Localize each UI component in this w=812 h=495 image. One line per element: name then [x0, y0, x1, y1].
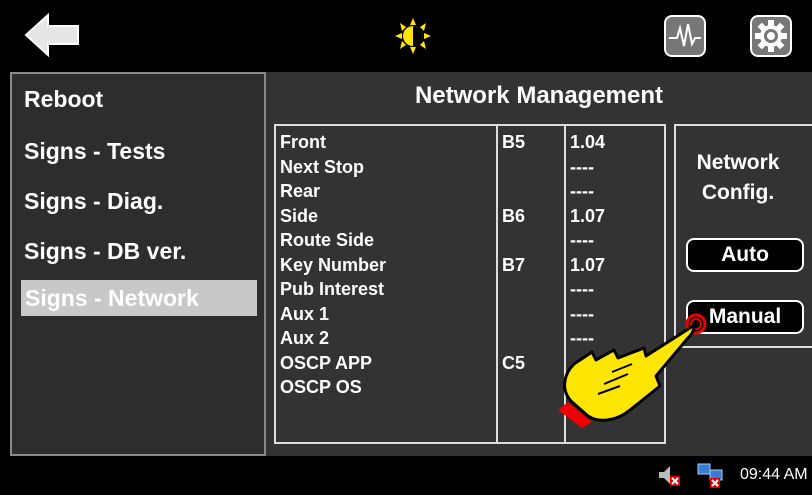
auto-button[interactable]: Auto — [686, 238, 804, 272]
sidebar-item-signs-db-ver[interactable]: Signs - DB ver. — [24, 238, 186, 265]
gear-icon[interactable] — [749, 14, 793, 58]
table-cell-version: 1.04 — [570, 132, 606, 152]
back-arrow-icon[interactable] — [22, 12, 82, 58]
table-cell-code: B7 — [502, 254, 526, 275]
table-cell-code: B5 — [502, 132, 526, 152]
table-cell-code: B6 — [502, 205, 526, 226]
table-cell-name: OSCP APP — [280, 352, 373, 373]
table-cell-name: Pub Interest — [280, 279, 385, 299]
ecg-icon[interactable] — [663, 14, 707, 58]
table-cell-name: Side — [280, 205, 319, 226]
table-cell-name: Rear — [280, 181, 321, 201]
table-cell-name: Front — [280, 132, 326, 152]
table-cell-version: 1.07 — [570, 254, 606, 275]
table-cell-code: C5 — [502, 352, 526, 373]
table-cell-version: 1.07 — [570, 205, 606, 226]
table-cell-version: ---- — [570, 156, 594, 177]
column-divider — [496, 126, 498, 442]
sidebar: Reboot Signs - Tests Signs - Diag. Signs… — [10, 72, 266, 456]
pointing-hand-icon — [548, 298, 708, 428]
sidebar-item-signs-network[interactable]: Signs - Network — [21, 280, 257, 316]
table-cell-name: Aux 1 — [280, 303, 330, 324]
table-cell-name: Aux 2 — [280, 328, 330, 348]
table-cell-name: Key Number — [280, 254, 387, 275]
sidebar-item-signs-diag[interactable]: Signs - Diag. — [24, 188, 163, 215]
table-cell-name: OSCP OS — [280, 377, 362, 397]
status-bar: 09:44 AM — [0, 456, 812, 494]
network-config-title: Network Config. — [676, 148, 800, 208]
brightness-icon[interactable] — [393, 18, 433, 54]
clock: 09:44 AM — [740, 466, 808, 483]
main-panel: Network Management Front B5 1.04 Next Stop -… — [266, 72, 812, 456]
table-cell-name: Route Side — [280, 230, 375, 250]
config-title-line1: Network — [696, 151, 780, 174]
table-cell-version: ---- — [570, 230, 594, 250]
top-bar — [0, 0, 812, 72]
network-disconnected-icon[interactable] — [696, 462, 723, 488]
volume-muted-icon[interactable] — [656, 462, 682, 488]
sidebar-item-signs-tests[interactable]: Signs - Tests — [24, 138, 165, 165]
page-title: Network Management — [414, 82, 664, 109]
table-cell-version: ---- — [570, 279, 594, 299]
config-title-line2: Config. — [701, 181, 775, 204]
table-cell-name: Next Stop — [280, 156, 365, 177]
sidebar-item-reboot[interactable]: Reboot — [24, 86, 103, 113]
table-cell-version: ---- — [570, 181, 594, 201]
